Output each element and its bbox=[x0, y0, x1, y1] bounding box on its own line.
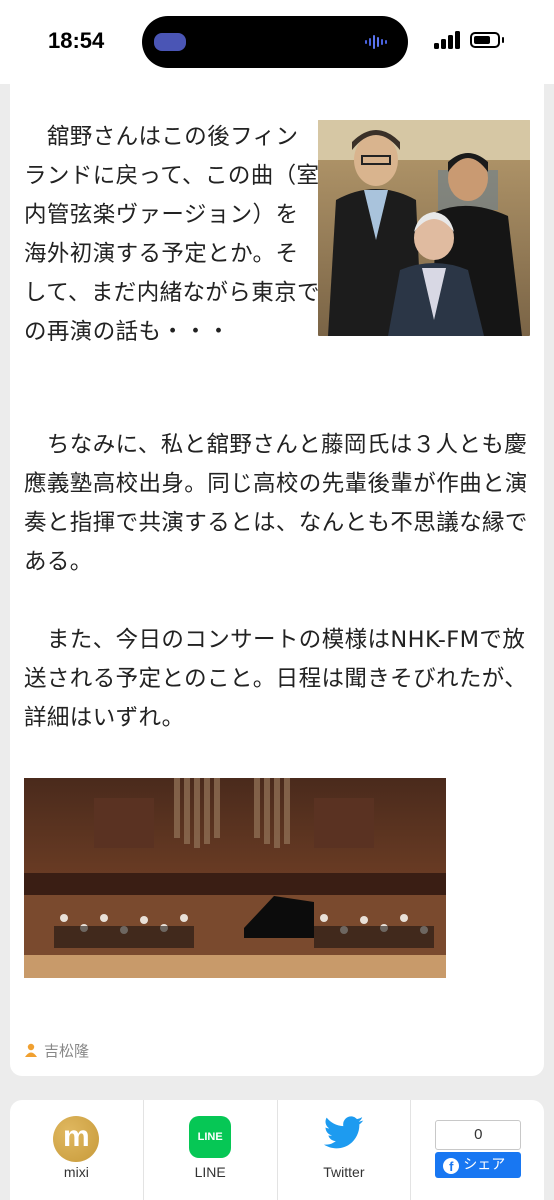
person-icon bbox=[25, 1043, 37, 1057]
line-icon: LINE bbox=[189, 1116, 232, 1158]
facebook-share-count: 0 bbox=[435, 1120, 522, 1150]
share-twitter-label: Twitter bbox=[323, 1164, 365, 1180]
share-line-label: LINE bbox=[194, 1164, 226, 1180]
cellular-signal-icon bbox=[434, 31, 460, 49]
article-paragraph-2: ちなみに、私と舘野さんと藤岡氏は３人とも慶應義塾高校出身。同じ高校の先輩後輩が作… bbox=[24, 432, 528, 575]
author-byline[interactable]: 吉松隆 bbox=[24, 1039, 89, 1061]
battery-icon bbox=[470, 32, 500, 48]
photo-three-men bbox=[318, 120, 530, 336]
live-activity-icon bbox=[154, 33, 186, 51]
battery-cap bbox=[502, 37, 504, 43]
article-paragraph-1: 舘野さんはこの後フィンランドに戻って、この曲（室内管弦楽ヴァージョン）を海外初演… bbox=[24, 124, 320, 345]
share-bar: m mixi LINE LINE Twitter 0 f シェア bbox=[10, 1100, 544, 1200]
author-name[interactable]: 吉松隆 bbox=[44, 1040, 89, 1061]
share-twitter-button[interactable]: Twitter bbox=[278, 1100, 412, 1200]
mixi-icon: m bbox=[53, 1116, 100, 1162]
dynamic-island bbox=[142, 16, 408, 68]
share-mixi-label: mixi bbox=[63, 1164, 89, 1180]
article-paragraph-3: また、今日のコンサートの模様はNHK-FMで放送される予定とのこと。日程は聞きそ… bbox=[24, 627, 528, 731]
photo-concert-hall bbox=[24, 778, 446, 978]
audio-waveform-icon bbox=[365, 35, 387, 49]
twitter-bird-icon bbox=[323, 1116, 364, 1149]
share-mixi-button[interactable]: m mixi bbox=[10, 1100, 144, 1200]
share-line-button[interactable]: LINE LINE bbox=[144, 1100, 278, 1200]
status-time: 18:54 bbox=[48, 28, 105, 53]
facebook-icon: f bbox=[443, 1158, 460, 1174]
facebook-share-label: シェア bbox=[463, 1157, 506, 1173]
article-card: 舘野さんはこの後フィンランドに戻って、この曲（室内管弦楽ヴァージョン）を海外初演… bbox=[10, 84, 544, 1076]
share-facebook-widget: 0 f シェア bbox=[411, 1100, 544, 1200]
facebook-share-button[interactable]: f シェア bbox=[435, 1152, 522, 1178]
status-bar: 18:54 bbox=[0, 0, 554, 84]
